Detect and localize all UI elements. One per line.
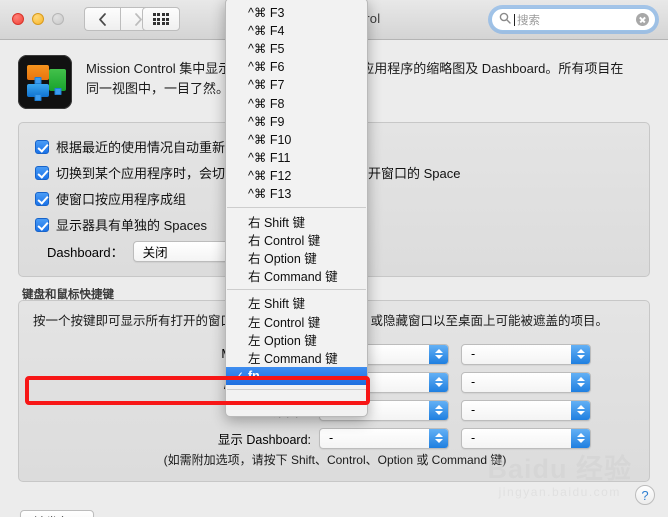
- checkbox-label-group-windows: 使窗口按应用程序成组: [56, 192, 187, 207]
- menu-item-label: ^⌘ F9: [248, 114, 285, 129]
- menu-item-label: 右 Option 键: [248, 252, 317, 267]
- menu-item-label: 左 Control 键: [248, 315, 321, 330]
- shortcut-key-select-show-dashboard[interactable]: -: [319, 427, 449, 449]
- watermark-sub: jingyan.baidu.com: [498, 485, 621, 499]
- menu-item-cmd-f3[interactable]: ^⌘ F3: [226, 3, 367, 21]
- search-icon: [499, 12, 511, 27]
- menu-item-label: ^⌘ F10: [248, 132, 292, 147]
- menu-item-label: 右 Control 键: [248, 233, 321, 248]
- menu-item-label: fn: [248, 368, 260, 383]
- menu-item-right-control[interactable]: 右 Control 键: [226, 230, 367, 248]
- shortcut-mouse-value-mission-control: -: [471, 347, 476, 361]
- menu-item-cmd-f4[interactable]: ^⌘ F4: [226, 21, 367, 39]
- checkbox-auto-rearrange[interactable]: [35, 139, 49, 154]
- menu-item-left-command[interactable]: 左 Command 键: [226, 348, 367, 366]
- shortcut-mouse-value-application-windows: -: [471, 375, 476, 389]
- search-container: 搜索: [491, 8, 656, 31]
- shortcut-mouse-value-show-desktop: -: [471, 403, 476, 417]
- system-preferences-window: Mission Control 搜索 Mission Control 集中显示您…: [0, 0, 668, 517]
- search-placeholder: 搜索: [517, 14, 540, 27]
- menu-item-label: ^⌘ F6: [248, 60, 285, 75]
- menu-item-right-command[interactable]: 右 Command 键: [226, 267, 367, 285]
- dashboard-row: Dashboard： 关闭: [47, 241, 251, 262]
- chevron-updown-icon: [429, 428, 448, 448]
- menu-item-cmd-f6[interactable]: ^⌘ F6: [226, 58, 367, 76]
- shortcut-row-show-dashboard: 显示 Dashboard: - -: [19, 427, 651, 449]
- menu-item-label: 右 Shift 键: [248, 215, 305, 230]
- dashboard-select-value: 关闭: [142, 246, 168, 260]
- show-desktop-shortcut-menu[interactable]: ^⌘ F3 ^⌘ F4 ^⌘ F5 ^⌘ F6 ^⌘ F7 ^⌘ F8 ^⌘ F…: [225, 0, 368, 417]
- menu-item-cmd-f8[interactable]: ^⌘ F8: [226, 94, 367, 112]
- menu-item-cmd-f9[interactable]: ^⌘ F9: [226, 112, 367, 130]
- menu-item-label: 左 Command 键: [248, 351, 338, 366]
- menu-item-label: ^⌘ F12: [248, 169, 292, 184]
- hot-corners-label: 触发角...: [33, 512, 81, 517]
- chevron-updown-icon: [429, 372, 448, 392]
- chevron-updown-icon: [429, 400, 448, 420]
- icon-window-orange: [27, 65, 49, 80]
- dashboard-label: Dashboard：: [47, 245, 124, 260]
- search-input[interactable]: 搜索: [491, 8, 656, 31]
- menu-item-label: 右 Command 键: [248, 270, 338, 285]
- menu-separator: [227, 388, 366, 390]
- menu-item-cmd-f7[interactable]: ^⌘ F7: [226, 76, 367, 94]
- menu-item-none[interactable]: -: [226, 394, 367, 412]
- menu-item-cmd-f5[interactable]: ^⌘ F5: [226, 39, 367, 57]
- chevron-updown-icon: [571, 344, 590, 364]
- menu-item-label: ^⌘ F8: [248, 96, 285, 111]
- menu-item-label: ^⌘ F5: [248, 41, 285, 56]
- menu-item-cmd-f10[interactable]: ^⌘ F10: [226, 130, 367, 148]
- menu-item-left-shift[interactable]: 左 Shift 键: [226, 294, 367, 312]
- menu-item-label: ^⌘ F7: [248, 78, 285, 93]
- shortcut-key-value-show-dashboard: -: [329, 431, 334, 445]
- shortcut-mouse-select-show-dashboard[interactable]: -: [461, 427, 591, 449]
- mission-control-icon: [18, 55, 72, 109]
- checkmark-icon: ✓: [234, 368, 245, 383]
- menu-separator: [227, 288, 366, 290]
- menu-item-label: -: [248, 395, 253, 410]
- menu-item-cmd-f13[interactable]: ^⌘ F13: [226, 185, 367, 203]
- shortcut-mouse-select-application-windows[interactable]: -: [461, 371, 591, 393]
- icon-window-green: [49, 69, 66, 91]
- shortcut-mouse-value-show-dashboard: -: [471, 431, 476, 445]
- menu-item-label: ^⌘ F13: [248, 187, 292, 202]
- question-mark-icon: ?: [641, 487, 649, 503]
- hot-corners-button[interactable]: 触发角...: [20, 510, 94, 517]
- icon-window-blue: [27, 84, 49, 97]
- menu-item-left-control[interactable]: 左 Control 键: [226, 312, 367, 330]
- shortcut-mouse-select-mission-control[interactable]: -: [461, 343, 591, 365]
- menu-item-right-option[interactable]: 右 Option 键: [226, 248, 367, 266]
- menu-item-label: ^⌘ F3: [248, 5, 285, 20]
- menu-item-label: ^⌘ F4: [248, 23, 285, 38]
- shortcut-mouse-select-show-desktop[interactable]: -: [461, 399, 591, 421]
- menu-item-label: ^⌘ F11: [248, 151, 291, 166]
- checkbox-switch-space[interactable]: [35, 165, 49, 180]
- help-button[interactable]: ?: [635, 485, 655, 505]
- checkbox-row-separate-spaces[interactable]: 显示器具有单独的 Spaces: [35, 215, 207, 234]
- text-caret: [514, 13, 515, 26]
- menu-item-left-option[interactable]: 左 Option 键: [226, 330, 367, 348]
- menu-item-cmd-f11[interactable]: ^⌘ F11: [226, 149, 367, 167]
- shortcut-label-show-dashboard: 显示 Dashboard:: [217, 432, 311, 447]
- clear-icon[interactable]: [636, 13, 649, 26]
- checkbox-group-windows[interactable]: [35, 191, 49, 206]
- menu-item-right-shift[interactable]: 右 Shift 键: [226, 212, 367, 230]
- menu-item-cmd-f12[interactable]: ^⌘ F12: [226, 167, 367, 185]
- menu-item-label: 左 Option 键: [248, 333, 317, 348]
- checkbox-row-group-windows[interactable]: 使窗口按应用程序成组: [35, 189, 186, 208]
- chevron-updown-icon: [571, 428, 590, 448]
- chevron-updown-icon: [429, 344, 448, 364]
- chevron-updown-icon: [571, 400, 590, 420]
- menu-item-fn[interactable]: ✓ fn: [226, 366, 367, 385]
- menu-separator: [227, 207, 366, 209]
- checkbox-label-separate-spaces: 显示器具有单独的 Spaces: [56, 218, 207, 233]
- menu-item-label: 左 Shift 键: [248, 297, 305, 312]
- chevron-updown-icon: [571, 372, 590, 392]
- shortcuts-footnote: (如需附加选项，请按下 Shift、Control、Option 或 Comma…: [163, 453, 507, 467]
- checkbox-separate-spaces[interactable]: [35, 217, 49, 232]
